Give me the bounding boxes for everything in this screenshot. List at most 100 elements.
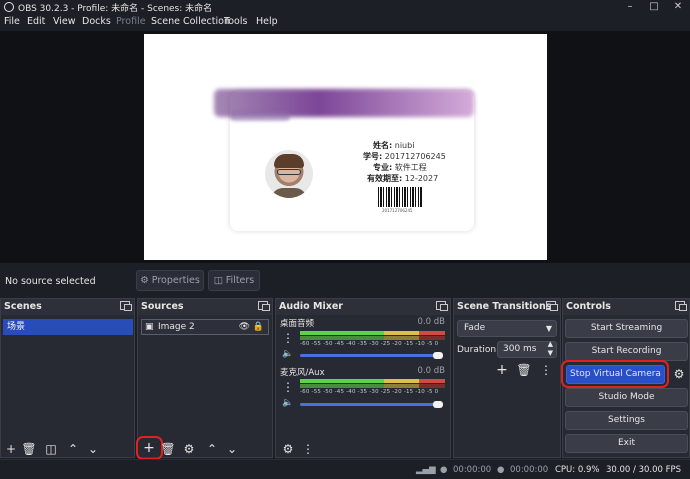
- volume-slider-track[interactable]: [300, 403, 440, 406]
- menu-help[interactable]: Help: [256, 16, 278, 27]
- volume-slider-handle[interactable]: [433, 352, 443, 359]
- virtual-camera-settings-gear-icon[interactable]: ⚙: [671, 366, 687, 382]
- source-settings-icon[interactable]: ⚙: [181, 441, 197, 457]
- volume-meter: [300, 336, 445, 340]
- add-source-icon[interactable]: +: [141, 440, 157, 456]
- mixer-menu-icon[interactable]: ⋮: [300, 441, 316, 457]
- studio-mode-button[interactable]: Studio Mode: [565, 388, 688, 407]
- speaker-icon[interactable]: 🔈: [282, 395, 294, 411]
- move-down-icon[interactable]: ⌄: [85, 441, 101, 457]
- add-scene-icon[interactable]: +: [3, 441, 19, 457]
- spin-arrows-icon[interactable]: ▲ ▼: [548, 340, 553, 358]
- channel-db: 0.0 dB: [417, 317, 445, 327]
- move-up-icon[interactable]: ⌃: [65, 441, 81, 457]
- card-name-line: 姓名: niubi: [373, 141, 415, 150]
- undock-icon[interactable]: [436, 301, 448, 311]
- filters-button[interactable]: ◫ Filters: [208, 270, 260, 291]
- remove-transition-icon[interactable]: 🗑: [516, 362, 532, 378]
- title-bar: OBS 30.2.3 - Profile: 未命名 - Scenes: 未命名 …: [0, 0, 690, 14]
- window-title: OBS 30.2.3 - Profile: 未命名 - Scenes: 未命名: [18, 4, 213, 14]
- transition-menu-icon[interactable]: ⋮: [538, 362, 554, 378]
- menu-edit[interactable]: Edit: [27, 16, 45, 27]
- volume-slider-handle[interactable]: [433, 401, 443, 408]
- audio-mixer-dock: Audio Mixer 桌面音频 0.0 dB ⋮ -60 -55 -50 -4…: [275, 298, 451, 458]
- start-streaming-button[interactable]: Start Streaming: [565, 319, 688, 338]
- scene-transitions-header: Scene Transitions: [454, 299, 560, 315]
- duration-spinbox[interactable]: 300 ms ▲ ▼: [497, 340, 557, 358]
- maximize-icon[interactable]: □: [642, 0, 666, 14]
- volume-meter: [300, 384, 445, 388]
- undock-icon[interactable]: [258, 301, 270, 311]
- undock-icon[interactable]: [120, 301, 132, 311]
- transition-select[interactable]: Fade ▼: [457, 320, 557, 337]
- controls-header: Controls: [563, 299, 689, 315]
- speaker-icon[interactable]: 🔈: [282, 346, 294, 362]
- volume-slider-track[interactable]: [300, 354, 440, 357]
- menu-scene-collection[interactable]: Scene Collection: [151, 16, 230, 27]
- properties-button[interactable]: ⚙ Properties: [136, 270, 204, 291]
- scenes-dock: Scenes 场景 + 🗑 ◫ ⌃ ⌄: [0, 298, 135, 458]
- exit-button[interactable]: Exit: [565, 434, 688, 453]
- volume-meter: [300, 331, 445, 335]
- channel-db: 0.0 dB: [417, 366, 445, 376]
- volume-meter: [300, 379, 445, 383]
- audio-mixer-title: Audio Mixer: [279, 301, 343, 312]
- kebab-menu-icon[interactable]: ⋮: [282, 379, 294, 395]
- menu-view[interactable]: View: [53, 16, 76, 27]
- no-source-label: No source selected: [5, 276, 96, 287]
- meter-scale: -60 -55 -50 -45 -40 -35 -30 -25 -20 -15 …: [300, 389, 439, 395]
- undock-icon[interactable]: [675, 301, 687, 311]
- preview-area[interactable]: 姓名: niubi 学号: 201712706245 专业: 软件工程 有效期至…: [0, 31, 690, 263]
- source-name: Image 2: [158, 322, 195, 332]
- source-item[interactable]: ▣ Image 2 👁 🔒: [141, 319, 269, 335]
- move-down-icon[interactable]: ⌄: [224, 441, 240, 457]
- scene-transitions-dock: Scene Transitions Fade ▼ Duration 300 ms…: [453, 298, 561, 458]
- lock-icon[interactable]: 🔒: [253, 320, 264, 334]
- card-id-line: 学号: 201712706245: [363, 152, 446, 161]
- minimize-icon[interactable]: –: [618, 0, 642, 14]
- barcode-number: 201712706245: [382, 208, 413, 213]
- signal-bars-icon: ▂▄▆: [416, 465, 436, 475]
- meter-scale: -60 -55 -50 -45 -40 -35 -30 -25 -20 -15 …: [300, 341, 439, 347]
- sources-title: Sources: [141, 301, 184, 312]
- scene-filters-icon[interactable]: ◫: [43, 441, 59, 457]
- card-major-line: 专业: 软件工程: [373, 163, 427, 172]
- channel-name: 桌面音频: [280, 319, 315, 329]
- image-icon: ▣: [145, 322, 154, 332]
- stop-virtual-camera-button[interactable]: Stop Virtual Camera: [566, 365, 665, 384]
- card-expiry-line: 有效期至: 12-2027: [367, 174, 439, 183]
- menu-bar: File Edit View Docks Profile Scene Colle…: [0, 14, 690, 31]
- scene-item[interactable]: 场景: [3, 319, 133, 335]
- preview-canvas[interactable]: 姓名: niubi 学号: 201712706245 专业: 软件工程 有效期至…: [144, 34, 547, 260]
- obs-logo-icon: [4, 2, 14, 12]
- sources-header: Sources: [138, 299, 272, 315]
- menu-tools[interactable]: Tools: [224, 16, 247, 27]
- dropdown-arrow-icon: ▼: [545, 324, 552, 333]
- close-icon[interactable]: ✕: [666, 0, 690, 14]
- remove-scene-icon[interactable]: 🗑: [21, 441, 37, 457]
- move-up-icon[interactable]: ⌃: [204, 441, 220, 457]
- menu-docks[interactable]: Docks: [82, 16, 111, 27]
- menu-profile[interactable]: Profile: [116, 16, 146, 27]
- barcode: [378, 187, 422, 207]
- channel-name: 麦克风/Aux: [280, 368, 325, 378]
- fps-readout: 30.00 / 30.00 FPS: [606, 465, 682, 475]
- kebab-menu-icon[interactable]: ⋮: [282, 330, 294, 346]
- undock-icon[interactable]: [546, 301, 558, 311]
- remove-source-icon[interactable]: 🗑: [160, 441, 176, 457]
- scenes-header: Scenes: [1, 299, 134, 315]
- eye-icon[interactable]: 👁: [239, 320, 250, 334]
- advanced-audio-gear-icon[interactable]: ⚙: [280, 441, 296, 457]
- scene-transitions-title: Scene Transitions: [457, 301, 552, 312]
- stream-time: 00:00:00: [453, 465, 492, 475]
- stream-status-icon: ●: [440, 465, 448, 475]
- add-transition-icon[interactable]: +: [494, 362, 510, 378]
- duration-label: Duration: [457, 345, 497, 355]
- menu-file[interactable]: File: [4, 16, 20, 27]
- gear-icon: ⚙: [140, 275, 149, 286]
- filter-icon: ◫: [213, 275, 223, 286]
- source-toolbar: [0, 263, 690, 298]
- settings-button[interactable]: Settings: [565, 411, 688, 430]
- sources-dock: Sources ▣ Image 2 👁 🔒 + 🗑 ⚙ ⌃ ⌄: [136, 298, 273, 460]
- start-recording-button[interactable]: Start Recording: [565, 342, 688, 361]
